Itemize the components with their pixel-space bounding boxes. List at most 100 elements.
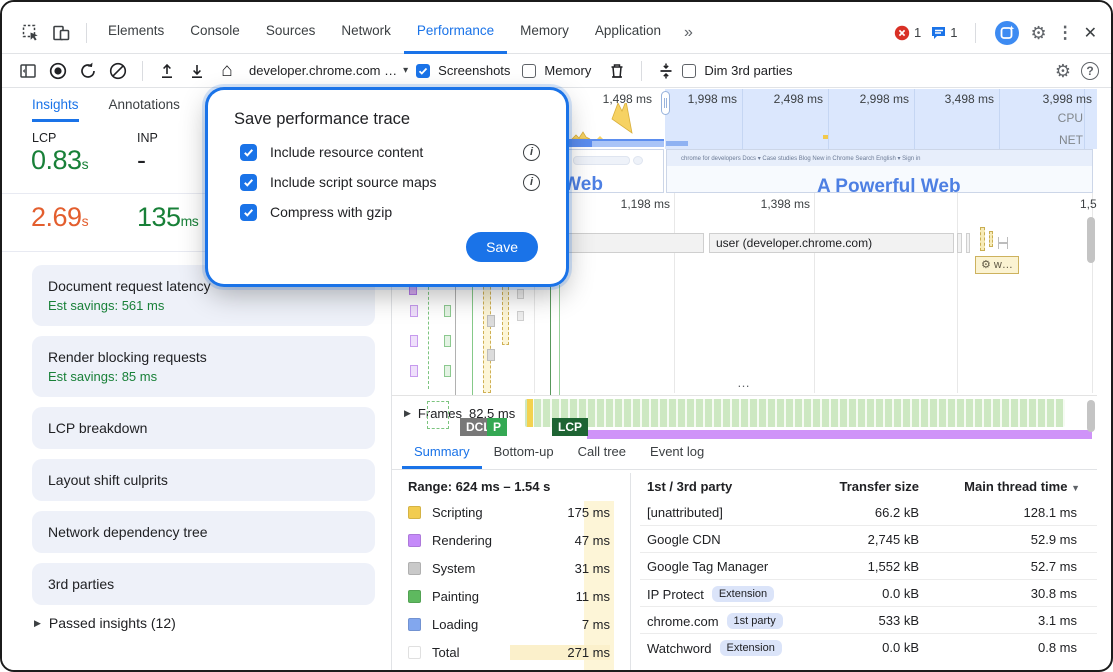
- marker-badge-p[interactable]: P: [487, 418, 507, 436]
- issue-count-badge[interactable]: 1: [931, 25, 957, 40]
- reload-record-icon[interactable]: [74, 58, 102, 84]
- details-tab-bottom-up[interactable]: Bottom-up: [482, 444, 566, 469]
- marker-badge-lcp[interactable]: LCP: [552, 418, 588, 436]
- legend-value: 11 ms: [510, 589, 610, 604]
- insight-card[interactable]: Network dependency tree: [32, 511, 375, 553]
- screenshots-checkbox[interactable]: [416, 64, 430, 78]
- frames-strip[interactable]: [525, 399, 1065, 427]
- track-entry-small[interactable]: [957, 233, 962, 253]
- performance-settings-gear-icon[interactable]: ⚙: [1055, 62, 1071, 80]
- dialog-checkbox[interactable]: [240, 204, 257, 221]
- more-options-icon[interactable]: ⋮: [1057, 23, 1074, 43]
- insight-card-title: 3rd parties: [48, 576, 359, 592]
- legend-name: Total: [432, 645, 459, 660]
- dialog-title: Save performance trace: [234, 110, 540, 129]
- error-count-badge[interactable]: 1: [894, 25, 921, 41]
- memory-label: Memory: [544, 63, 591, 78]
- table-cell-time: 3.1 ms: [957, 613, 1077, 628]
- insight-card-title: LCP breakdown: [48, 420, 359, 436]
- info-icon[interactable]: i: [523, 144, 540, 161]
- insight-card[interactable]: Render blocking requestsEst savings: 85 …: [32, 336, 375, 397]
- tab-application[interactable]: Application: [582, 11, 674, 54]
- home-icon[interactable]: ⌂: [213, 58, 241, 84]
- legend-name: System: [432, 561, 475, 576]
- track-entry-user[interactable]: user (developer.chrome.com): [709, 233, 954, 253]
- activity-bar: [989, 231, 993, 247]
- tab-console[interactable]: Console: [177, 11, 253, 54]
- info-icon[interactable]: i: [523, 174, 540, 191]
- toggle-sidebar-icon[interactable]: [14, 58, 42, 84]
- details-tab-event-log[interactable]: Event log: [638, 444, 716, 469]
- dim-3rd-parties-checkbox[interactable]: [682, 64, 696, 78]
- cpu-overview-chart: [542, 103, 842, 143]
- ai-assistance-icon[interactable]: [994, 20, 1020, 46]
- clear-icon[interactable]: [104, 58, 132, 84]
- more-tabs-icon[interactable]: »: [674, 24, 703, 42]
- legend-row: Total: [408, 645, 459, 660]
- memory-checkbox[interactable]: [522, 64, 536, 78]
- legend-row: Rendering: [408, 533, 492, 548]
- record-icon[interactable]: [44, 58, 72, 84]
- legend-swatch: [408, 534, 421, 547]
- sidebar-tab-annotations[interactable]: Annotations: [109, 97, 180, 122]
- legend-swatch: [408, 590, 421, 603]
- close-devtools-icon[interactable]: ✕: [1084, 23, 1097, 43]
- filmstrip-screenshot[interactable]: chrome for developers Docs ▾ Case studie…: [666, 149, 1093, 193]
- details-tab-call-tree[interactable]: Call tree: [566, 444, 638, 469]
- dialog-option-label: Include script source maps: [270, 174, 523, 190]
- insight-card[interactable]: 3rd parties: [32, 563, 375, 605]
- table-row: Google CDN: [647, 532, 721, 547]
- error-icon: [894, 25, 910, 41]
- overview-tick: 3,498 ms: [904, 92, 994, 106]
- dialog-checkbox[interactable]: [240, 174, 257, 191]
- track-overflow-dots[interactable]: …: [737, 375, 752, 390]
- insight-card[interactable]: Layout shift culprits: [32, 459, 375, 501]
- help-icon[interactable]: ?: [1081, 62, 1099, 80]
- frames-scrollbar-thumb[interactable]: [1087, 400, 1095, 432]
- tracks-scrollbar-thumb[interactable]: [1087, 217, 1095, 263]
- legend-value: 7 ms: [510, 617, 610, 632]
- tab-network[interactable]: Network: [328, 11, 404, 54]
- devtools-window: ElementsConsoleSourcesNetworkPerformance…: [0, 0, 1113, 672]
- metric-lcp-value: 0.83s: [31, 145, 88, 176]
- expander-triangle-icon[interactable]: ▶: [404, 408, 411, 419]
- tab-sources[interactable]: Sources: [253, 11, 329, 54]
- divider: [630, 473, 631, 670]
- tab-memory[interactable]: Memory: [507, 11, 582, 54]
- save-profile-icon[interactable]: [183, 58, 211, 84]
- passed-insights-toggle[interactable]: ▶Passed insights (12): [32, 615, 375, 631]
- table-cell-name: Google CDN: [647, 532, 721, 547]
- widget-event-chip[interactable]: ⚙ w…: [975, 256, 1019, 274]
- tab-performance[interactable]: Performance: [404, 11, 507, 54]
- legend-value: 271 ms: [510, 645, 610, 660]
- collapse-tracks-icon[interactable]: [652, 58, 680, 84]
- device-toolbar-icon[interactable]: [48, 20, 74, 46]
- table-cell-time: 30.8 ms: [957, 586, 1077, 601]
- dialog-checkbox[interactable]: [240, 144, 257, 161]
- interactions-bar[interactable]: [587, 430, 1092, 439]
- details-tab-summary[interactable]: Summary: [402, 444, 482, 469]
- table-header-main-thread[interactable]: Main thread time ▼: [932, 479, 1080, 494]
- table-cell-transfer: 533 kB: [799, 613, 919, 628]
- tab-elements[interactable]: Elements: [95, 11, 177, 54]
- dialog-option-label: Include resource content: [270, 144, 523, 160]
- passed-insights-label: Passed insights (12): [49, 615, 176, 631]
- screenshots-label: Screenshots: [438, 63, 510, 78]
- legend-swatch: [408, 646, 421, 659]
- inspect-element-icon[interactable]: [18, 20, 44, 46]
- page-select-dropdown[interactable]: developer.chrome.com … ▾: [243, 63, 414, 78]
- legend-name: Loading: [432, 617, 478, 632]
- net-overview-bar-light: [592, 141, 664, 147]
- detail-gridline: [814, 193, 815, 393]
- table-header-transfer[interactable]: Transfer size: [779, 479, 919, 494]
- insight-card[interactable]: LCP breakdown: [32, 407, 375, 449]
- load-profile-icon[interactable]: [153, 58, 181, 84]
- collect-garbage-icon[interactable]: [603, 58, 631, 84]
- table-header-party[interactable]: 1st / 3rd party: [647, 479, 732, 494]
- sidebar-tab-insights[interactable]: Insights: [32, 97, 79, 122]
- track-entry-small[interactable]: [966, 233, 970, 253]
- settings-gear-icon[interactable]: ⚙: [1030, 24, 1046, 42]
- overview-gridline: [999, 89, 1000, 149]
- divider: [640, 606, 1097, 607]
- save-button[interactable]: Save: [466, 232, 538, 262]
